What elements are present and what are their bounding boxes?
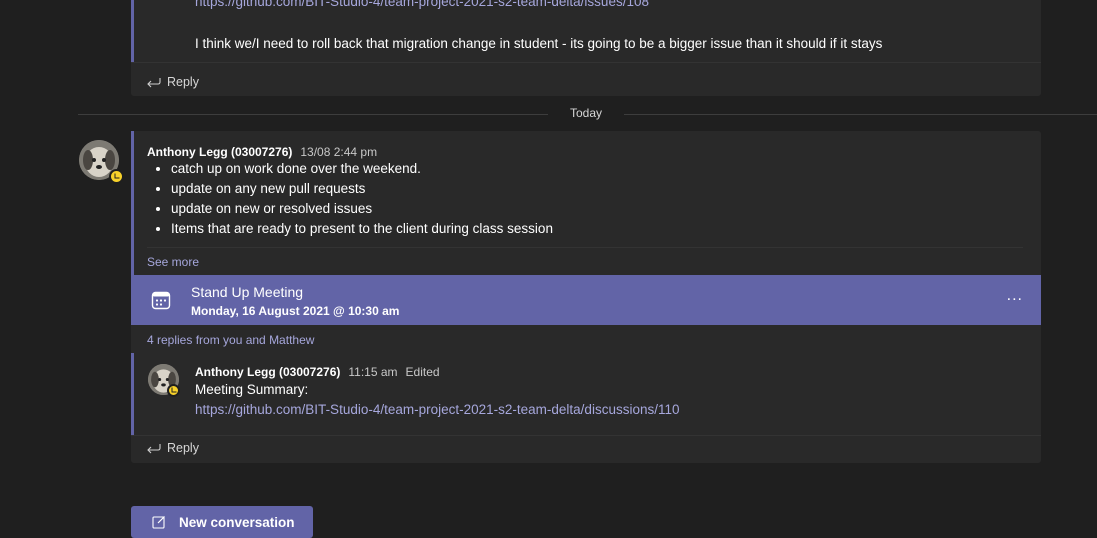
list-item: catch up on work done over the weekend. (171, 159, 553, 179)
card-separator (131, 62, 1041, 63)
message-text: I think we/I need to roll back that migr… (195, 36, 883, 51)
reply-label: Reply (167, 441, 199, 455)
edited-label: Edited (405, 365, 440, 379)
compose-icon (152, 516, 165, 529)
meeting-title: Stand Up Meeting (191, 284, 304, 300)
new-conversation-label: New conversation (179, 514, 295, 530)
reply-timestamp: 11:15 am (348, 365, 398, 379)
post-header: Anthony Legg (03007276) 13/08 2:44 pm (147, 144, 377, 159)
discussion-link[interactable]: https://github.com/BIT-Studio-4/team-pro… (195, 402, 679, 417)
agenda-list: catch up on work done over the weekend. … (131, 159, 553, 239)
date-divider-label: Today (569, 106, 603, 120)
reply-arrow-icon (147, 78, 161, 88)
issue-link[interactable]: https://github.com/BIT-Studio-4/team-pro… (195, 0, 649, 9)
meeting-card[interactable]: Stand Up Meeting Monday, 16 August 2021 … (131, 275, 1041, 325)
author-name[interactable]: Anthony Legg (03007276) (147, 145, 292, 159)
replies-summary-link[interactable]: 4 replies from you and Matthew (147, 333, 314, 347)
reply-author-name[interactable]: Anthony Legg (03007276) (195, 365, 340, 379)
see-more-link[interactable]: See more (147, 255, 199, 269)
reply-header: Anthony Legg (03007276) 11:15 am Edited (195, 364, 440, 379)
card-separator (131, 435, 1041, 436)
new-conversation-button[interactable]: New conversation (131, 506, 313, 538)
card-separator (147, 247, 1023, 248)
list-item: update on new or resolved issues (171, 199, 553, 219)
list-item: Items that are ready to present to the c… (171, 219, 553, 239)
reply-label: Reply (167, 75, 199, 89)
previous-message-card: https://github.com/BIT-Studio-4/team-pro… (131, 0, 1041, 96)
post-timestamp: 13/08 2:44 pm (300, 145, 378, 159)
list-item: update on any new pull requests (171, 179, 553, 199)
reply-accent-bar (131, 353, 134, 435)
reply-button[interactable]: Reply (146, 441, 199, 455)
divider-line-right (624, 114, 1097, 115)
reply-arrow-icon (147, 444, 161, 454)
calendar-icon (151, 291, 171, 310)
away-clock-icon (167, 384, 180, 397)
thread-accent-bar (131, 0, 134, 62)
more-options-icon[interactable]: ... (1007, 287, 1023, 305)
divider-line-left (78, 114, 548, 115)
reply-button[interactable]: Reply (146, 75, 199, 89)
away-clock-icon (109, 169, 124, 184)
meeting-datetime: Monday, 16 August 2021 @ 10:30 am (191, 304, 400, 318)
reply-text: Meeting Summary: (195, 382, 309, 397)
